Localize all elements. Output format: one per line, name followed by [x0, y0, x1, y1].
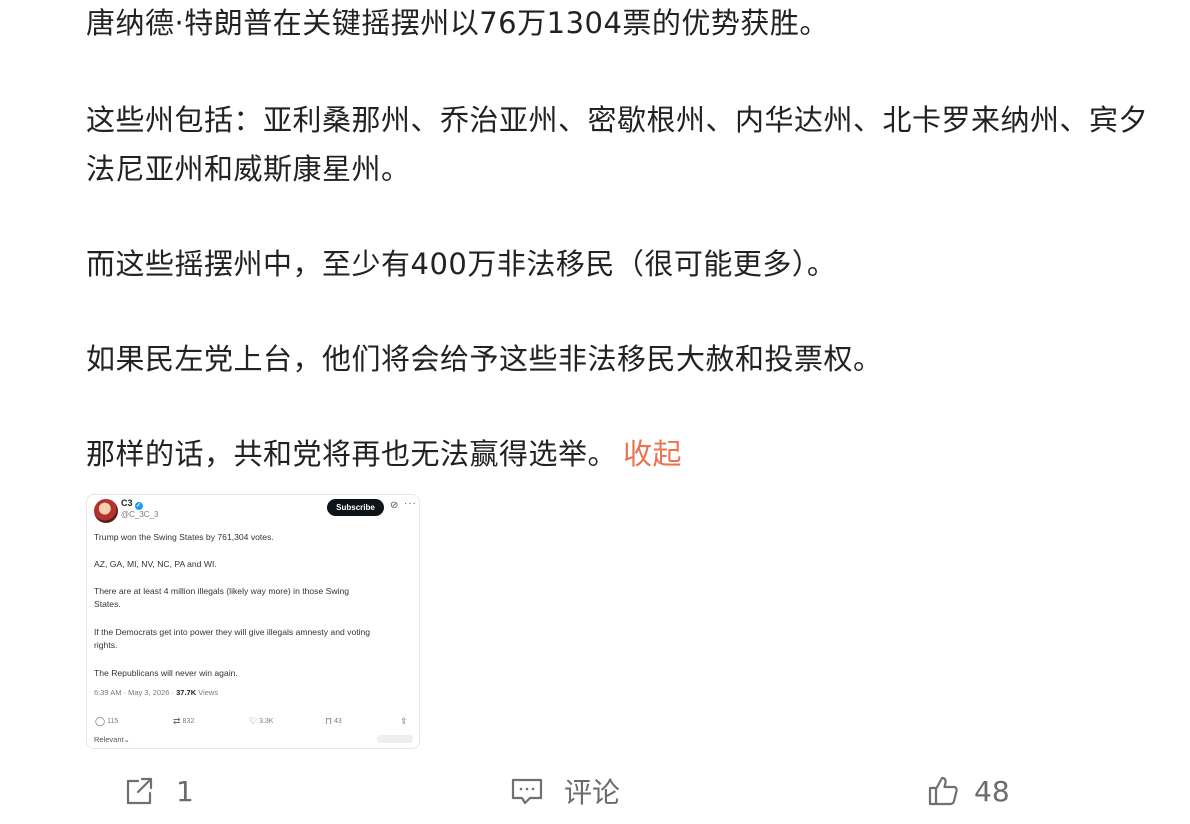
tweet-author-name: C3 ✓ [121, 498, 143, 510]
tweet-line: States. [94, 599, 121, 609]
comment-icon [511, 778, 543, 805]
post-paragraph: 这些州包括：亚利桑那州、乔治亚州、密歇根州、内华达州、北卡罗来纳州、宾夕法尼亚州… [86, 103, 1149, 186]
repost-icon: ⇄ [173, 716, 181, 726]
relevant-sort: Relevant⌄ [94, 735, 130, 744]
tweet-actions: ◯ 115 ⇄ 832 ♡ 3.3K ⊓ 43 ⇪ [95, 716, 415, 728]
tweet-share: ⇪ [400, 716, 410, 727]
like-count: 48 [974, 774, 1010, 808]
grok-icon: ⊘ [390, 500, 399, 511]
comment-button[interactable]: 评论 [510, 766, 620, 816]
views-count: 37.7K [176, 688, 197, 697]
tweet-bookmarks: ⊓ 43 [325, 716, 342, 726]
comment-label: 评论 [564, 776, 621, 809]
post-paragraph: 如果民左党上台，他们将会给予这些非法移民大赦和投票权。 [86, 342, 883, 376]
more-icon: ··· [404, 498, 417, 509]
tweet-timestamp: 6:39 AM · May 3, 2026 · 37.7K Views [94, 688, 219, 697]
post-paragraph: 而这些摇摆州中，至少有400万非法移民（很可能更多）。 [86, 247, 837, 281]
share-button[interactable]: 1 [122, 766, 194, 816]
tweet-line: The Republicans will never win again. [94, 668, 238, 678]
share-count: 1 [176, 774, 194, 808]
tweet-line: rights. [94, 640, 118, 650]
tweet-line: Trump won the Swing States by 761,304 vo… [94, 532, 274, 542]
thumbs-up-icon [928, 776, 958, 806]
share-icon: ⇪ [400, 716, 408, 726]
post-paragraph-last: 那样的话，共和党将再也无法赢得选举。 收起 [86, 430, 682, 479]
tweet-author-handle: @C_3C_3 [121, 510, 159, 519]
subscribe-button: Subscribe [327, 499, 384, 516]
collapse-link[interactable]: 收起 [623, 437, 682, 471]
like-button[interactable]: 48 [926, 766, 1010, 816]
avatar [94, 499, 118, 523]
chevron-down-icon: ⌄ [123, 735, 130, 744]
verified-icon: ✓ [134, 502, 143, 510]
bookmark-icon: ⊓ [325, 716, 333, 726]
post-paragraph-text: 那样的话，共和党将再也无法赢得选举。 [86, 437, 618, 471]
tweet-line: There are at least 4 million illegals (l… [94, 586, 350, 596]
share-icon [126, 777, 153, 805]
embedded-tweet-image[interactable]: C3 ✓ @C_3C_3 Subscribe ⊘ ··· Trump won th… [86, 494, 420, 749]
tweet-line: AZ, GA, MI, NV, NC, PA and WI. [94, 559, 217, 569]
tweet-line: If the Democrats get into power they wil… [94, 627, 371, 637]
post-paragraph: 唐纳德·特朗普在关键摇摆州以76万1304票的优势获胜。 [86, 6, 829, 40]
action-bar: 1 评论 48 [0, 766, 1190, 816]
reply-icon: ◯ [95, 716, 106, 726]
heart-icon: ♡ [249, 716, 258, 726]
tweet-reposts: ⇄ 832 [173, 716, 195, 726]
tweet-replies: ◯ 115 [95, 716, 119, 726]
tweet-likes: ♡ 3.3K [249, 716, 274, 726]
watermark [377, 735, 413, 743]
